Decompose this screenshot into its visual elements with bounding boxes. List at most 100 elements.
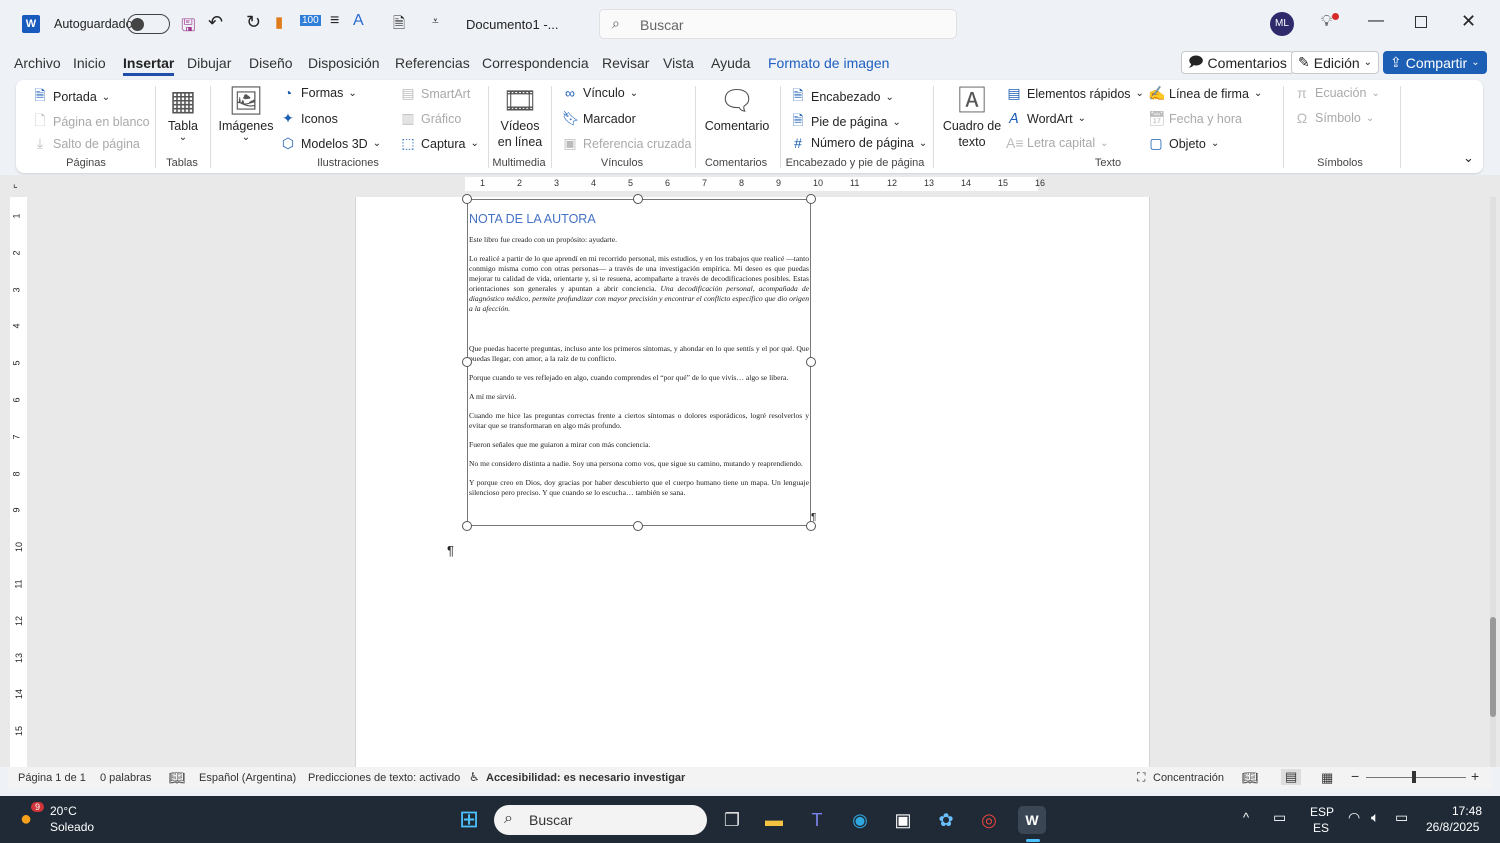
font-size-icon[interactable]: A — [353, 12, 364, 30]
search-input[interactable]: Buscar — [640, 17, 684, 33]
page-number-button[interactable]: # Número de página ⌄ — [790, 135, 927, 151]
undo-icon[interactable]: ↶ — [208, 12, 223, 33]
cross-reference-button[interactable]: ▣ Referencia cruzada — [562, 135, 691, 152]
3d-models-button[interactable]: ⬡ Modelos 3D ⌄ — [280, 135, 381, 152]
tab-ayuda[interactable]: Ayuda — [711, 55, 750, 71]
autosave-toggle[interactable] — [127, 14, 170, 34]
table-button[interactable]: ▦ Tabla ⌄ — [163, 84, 203, 143]
tab-formato-imagen[interactable]: Formato de imagen — [768, 55, 889, 71]
text-box-button[interactable]: 🄰 Cuadro de texto — [941, 84, 1003, 150]
tab-insertar[interactable]: Insertar — [123, 55, 175, 76]
search-box[interactable]: ⌕ Buscar — [599, 9, 957, 39]
object-button[interactable]: ▢ Objeto ⌄ — [1148, 135, 1219, 152]
signature-line-button[interactable]: ✍ Línea de firma ⌄ — [1148, 85, 1262, 102]
resize-handle[interactable] — [806, 194, 816, 204]
share-button[interactable]: ⇪ Compartir ⌄ — [1383, 51, 1487, 74]
redo-icon[interactable]: ↻ — [246, 12, 261, 33]
input-language[interactable]: ESP — [1310, 805, 1334, 819]
portada-button[interactable]: 🗎 Portada ⌄ — [32, 85, 110, 109]
equation-button[interactable]: π Ecuación ⌄ — [1294, 85, 1380, 101]
proofing-book-icon[interactable]: 📖︎ — [169, 770, 186, 786]
file-explorer-icon[interactable]: ▬ — [760, 806, 788, 834]
page-break-button[interactable]: ⤓ Salto de página — [32, 135, 140, 152]
vertical-ruler[interactable]: 1 2 3 4 5 6 7 8 9 10 11 12 13 14 15 — [10, 197, 27, 767]
tab-revisar[interactable]: Revisar — [602, 55, 649, 71]
task-view-icon[interactable]: ❐ — [718, 806, 746, 834]
tab-archivo[interactable]: Archivo — [14, 55, 61, 71]
taskbar-search[interactable]: ⌕ Buscar — [494, 805, 707, 835]
language-status[interactable]: Español (Argentina) — [199, 772, 296, 784]
horizontal-ruler[interactable]: 1 2 3 4 5 6 7 8 9 10 11 12 13 14 15 16 — [352, 177, 1152, 191]
resize-handle[interactable] — [806, 357, 816, 367]
date-time-button[interactable]: 📅︎ Fecha y hora — [1148, 110, 1242, 127]
word-taskbar-icon[interactable]: W — [1018, 806, 1046, 834]
blank-page-button[interactable]: 🗋 Página en blanco — [32, 110, 149, 134]
wordart-button[interactable]: 𝘈 WordArt ⌄ — [1006, 110, 1086, 127]
weather-icon[interactable]: ● — [20, 808, 32, 831]
tab-diseno[interactable]: Diseño — [249, 55, 293, 71]
bookmark-button[interactable]: 🔖︎ Marcador — [562, 110, 636, 127]
weather-condition[interactable]: Soleado — [50, 820, 94, 834]
pictures-button[interactable]: 🖼︎ Imágenes ⌄ — [218, 84, 274, 143]
page-icon[interactable]: 🗎 — [393, 13, 405, 38]
resize-handle[interactable] — [462, 194, 472, 204]
show-hidden-icons[interactable]: ^ — [1243, 810, 1249, 825]
comment-button[interactable]: 🗨︎ Comentario — [703, 84, 771, 134]
accessibility-status[interactable]: Accesibilidad: es necesario investigar — [486, 772, 685, 784]
edge-icon[interactable]: ◉ — [846, 806, 874, 834]
tab-dibujar[interactable]: Dibujar — [187, 55, 231, 71]
text-box[interactable]: NOTA DE LA AUTORA Este libro fue creado … — [467, 199, 811, 526]
symbol-button[interactable]: Ω Símbolo ⌄ — [1294, 110, 1374, 126]
shapes-button[interactable]: ◔ Formas ⌄ — [280, 85, 357, 101]
page-count[interactable]: Página 1 de 1 — [18, 772, 86, 784]
link-button[interactable]: ∞ Vínculo ⌄ — [562, 85, 638, 101]
zoom-slider-thumb[interactable] — [1412, 771, 1416, 783]
comments-button[interactable]: 🗩 Comentarios — [1181, 51, 1294, 74]
battery-icon[interactable]: ▭ — [1395, 809, 1408, 826]
clock-date[interactable]: 26/8/2025 — [1426, 820, 1479, 834]
close-icon[interactable]: ✕ — [1461, 11, 1476, 32]
tab-referencias[interactable]: Referencias — [395, 55, 470, 71]
tab-selector-icon[interactable]: ⌞ — [13, 179, 18, 190]
chrome-icon[interactable]: ◎ — [975, 806, 1003, 834]
word-count[interactable]: 0 palabras — [100, 772, 151, 784]
resize-handle[interactable] — [462, 521, 472, 531]
paint-icon[interactable]: ✿ — [932, 806, 960, 834]
tab-vista[interactable]: Vista — [663, 55, 694, 71]
resize-handle[interactable] — [462, 357, 472, 367]
input-language-sub[interactable]: ES — [1313, 821, 1329, 835]
web-layout-icon[interactable]: ▦ — [1321, 770, 1333, 786]
teams-icon[interactable]: T — [803, 806, 831, 834]
quick-parts-button[interactable]: ▤ Elementos rápidos ⌄ — [1006, 85, 1144, 102]
pdf-icon[interactable]: ▮ — [275, 13, 283, 31]
print-layout-icon[interactable]: ▤ — [1281, 769, 1302, 785]
tab-disposicion[interactable]: Disposición — [308, 55, 380, 71]
resize-handle[interactable] — [633, 194, 643, 204]
customize-qat-icon[interactable]: ⩡ — [432, 14, 439, 29]
save-icon[interactable]: 🖫 — [181, 13, 195, 42]
chart-button[interactable]: ▥ Gráfico — [400, 110, 461, 127]
zoom-100-icon[interactable]: 100 — [300, 15, 321, 26]
maximize-icon[interactable] — [1415, 16, 1427, 28]
read-mode-icon[interactable]: 📖︎ — [1242, 770, 1259, 786]
header-button[interactable]: 🗎 Encabezado ⌄ — [790, 85, 894, 109]
zoom-slider[interactable] — [1366, 777, 1466, 778]
focus-button[interactable]: Concentración — [1153, 772, 1224, 784]
windows-start-icon[interactable]: ⊞ — [455, 806, 483, 834]
tab-correspondencia[interactable]: Correspondencia — [482, 55, 589, 71]
footer-button[interactable]: 🗎 Pie de página ⌄ — [790, 110, 900, 134]
resize-handle[interactable] — [633, 521, 643, 531]
screenshot-button[interactable]: ⬚ Captura ⌄ — [400, 135, 479, 152]
minimize-icon[interactable]: — — [1368, 12, 1384, 30]
volume-icon[interactable]: 🔈︎ — [1371, 809, 1379, 826]
keyboard-icon[interactable]: ▭ — [1273, 809, 1286, 826]
zoom-out-icon[interactable]: − — [1351, 768, 1359, 784]
store-icon[interactable]: ▣ — [889, 806, 917, 834]
tab-inicio[interactable]: Inicio — [73, 55, 106, 71]
avatar[interactable]: ML — [1270, 12, 1294, 36]
editing-button[interactable]: ✎ Edición ⌄ — [1291, 51, 1380, 74]
smartart-button[interactable]: ▤ SmartArt — [400, 85, 470, 102]
icons-button[interactable]: ✦ Iconos — [280, 110, 338, 127]
vertical-scrollbar[interactable] — [1490, 197, 1496, 767]
online-videos-button[interactable]: 🎞︎ Vídeos en línea — [494, 84, 546, 150]
